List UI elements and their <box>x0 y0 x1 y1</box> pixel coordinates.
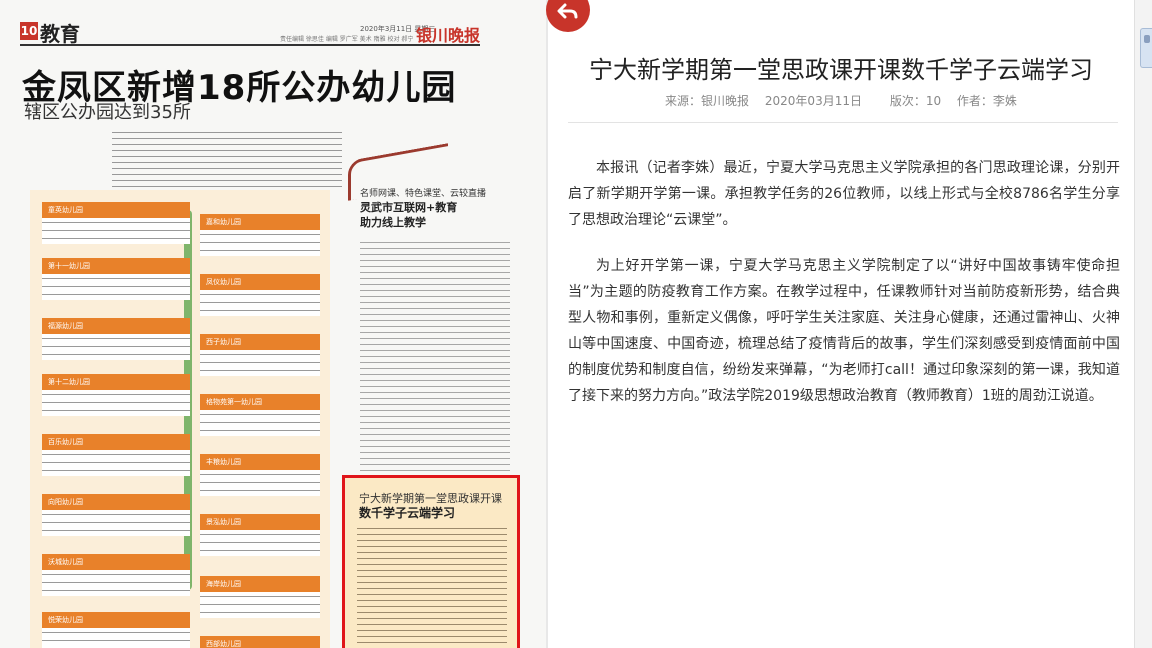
side-article-text <box>360 240 510 480</box>
paper-brand: 银川晚报 <box>415 26 480 45</box>
side-article[interactable]: 名师网课、特色课堂、云较直播 灵武市互联网+教育 助力线上教学 <box>350 150 520 480</box>
kindergarten-card: 景泓幼儿园 <box>200 514 320 556</box>
back-button[interactable] <box>546 0 590 32</box>
article-author: 作者：李姝 <box>956 94 1017 108</box>
page-number: 10 <box>20 22 38 40</box>
side-article-title: 灵武市互联网+教育 助力线上教学 <box>360 201 458 229</box>
editor-line: 责任编辑 徐思佳 编辑 罗广军 美术 隋雅 校对 郝宁 <box>280 36 414 43</box>
side-strip <box>1134 0 1152 648</box>
page-subhead: 辖区公办园达到35所 <box>24 102 191 123</box>
kindergarten-card: 沃城幼儿园 <box>42 554 190 596</box>
section-name: 教育 <box>40 22 80 46</box>
side-tab-icon[interactable] <box>1140 28 1152 68</box>
kindergarten-card: 童英幼儿园 <box>42 202 190 244</box>
kindergarten-card: 西部幼儿园 <box>200 636 320 648</box>
highlight-title-line2: 数千学子云端学习 <box>359 506 456 520</box>
article-paragraph: 为上好开学第一课，宁夏大学马克思主义学院制定了以“讲好中国故事铸牢使命担当”为主… <box>568 258 1120 404</box>
article-edition: 版次：10 <box>889 94 942 108</box>
newspaper-page-image[interactable]: 10 教育 责任编辑 徐思佳 编辑 罗广军 美术 隋雅 校对 郝宁 2020年3… <box>0 0 546 648</box>
article-source: 来源：银川晚报 <box>665 94 750 108</box>
article-panel: 宁大新学期第一堂思政课开课数千学子云端学习 来源：银川晚报 2020年03月11… <box>546 0 1134 648</box>
kindergarten-card: 第十一幼儿园 <box>42 258 190 300</box>
side-article-kicker: 名师网课、特色课堂、云较直播 <box>360 189 487 199</box>
kindergarten-card: 向阳幼儿园 <box>42 494 190 536</box>
highlight-text <box>357 526 507 648</box>
kindergarten-card: 格物苑第一幼儿园 <box>200 394 320 436</box>
title-divider <box>568 122 1118 123</box>
kindergarten-card: 第十二幼儿园 <box>42 374 190 416</box>
kindergarten-card: 西子幼儿园 <box>200 334 320 376</box>
kindergarten-card: 嘉和幼儿园 <box>200 214 320 256</box>
kindergarten-card: 百乐幼儿园 <box>42 434 190 476</box>
kindergarten-card: 福源幼儿园 <box>42 318 190 360</box>
lead-text-block <box>112 130 342 188</box>
kindergarten-card: 凤仪幼儿园 <box>200 274 320 316</box>
masthead: 10 教育 责任编辑 徐思佳 编辑 罗广军 美术 隋雅 校对 郝宁 2020年3… <box>20 20 480 46</box>
article-meta: 来源：银川晚报 2020年03月11日 版次：10 作者：李姝 <box>548 92 1134 109</box>
back-arrow-icon <box>557 3 578 19</box>
kindergarten-card: 悦荣幼儿园 <box>42 612 190 648</box>
kindergarten-card: 丰粮幼儿园 <box>200 454 320 496</box>
article-title: 宁大新学期第一堂思政课开课数千学子云端学习 <box>589 56 1093 84</box>
selected-article-highlight[interactable]: 宁大新学期第一堂思政课开课 数千学子云端学习 <box>342 475 520 648</box>
kindergarten-card: 海岸幼儿园 <box>200 576 320 618</box>
article-date: 2020年03月11日 <box>764 94 862 108</box>
article-paragraph: 本报讯（记者李姝）最近，宁夏大学马克思主义学院承担的各门思政理论课，分别开启了新… <box>568 160 1120 228</box>
